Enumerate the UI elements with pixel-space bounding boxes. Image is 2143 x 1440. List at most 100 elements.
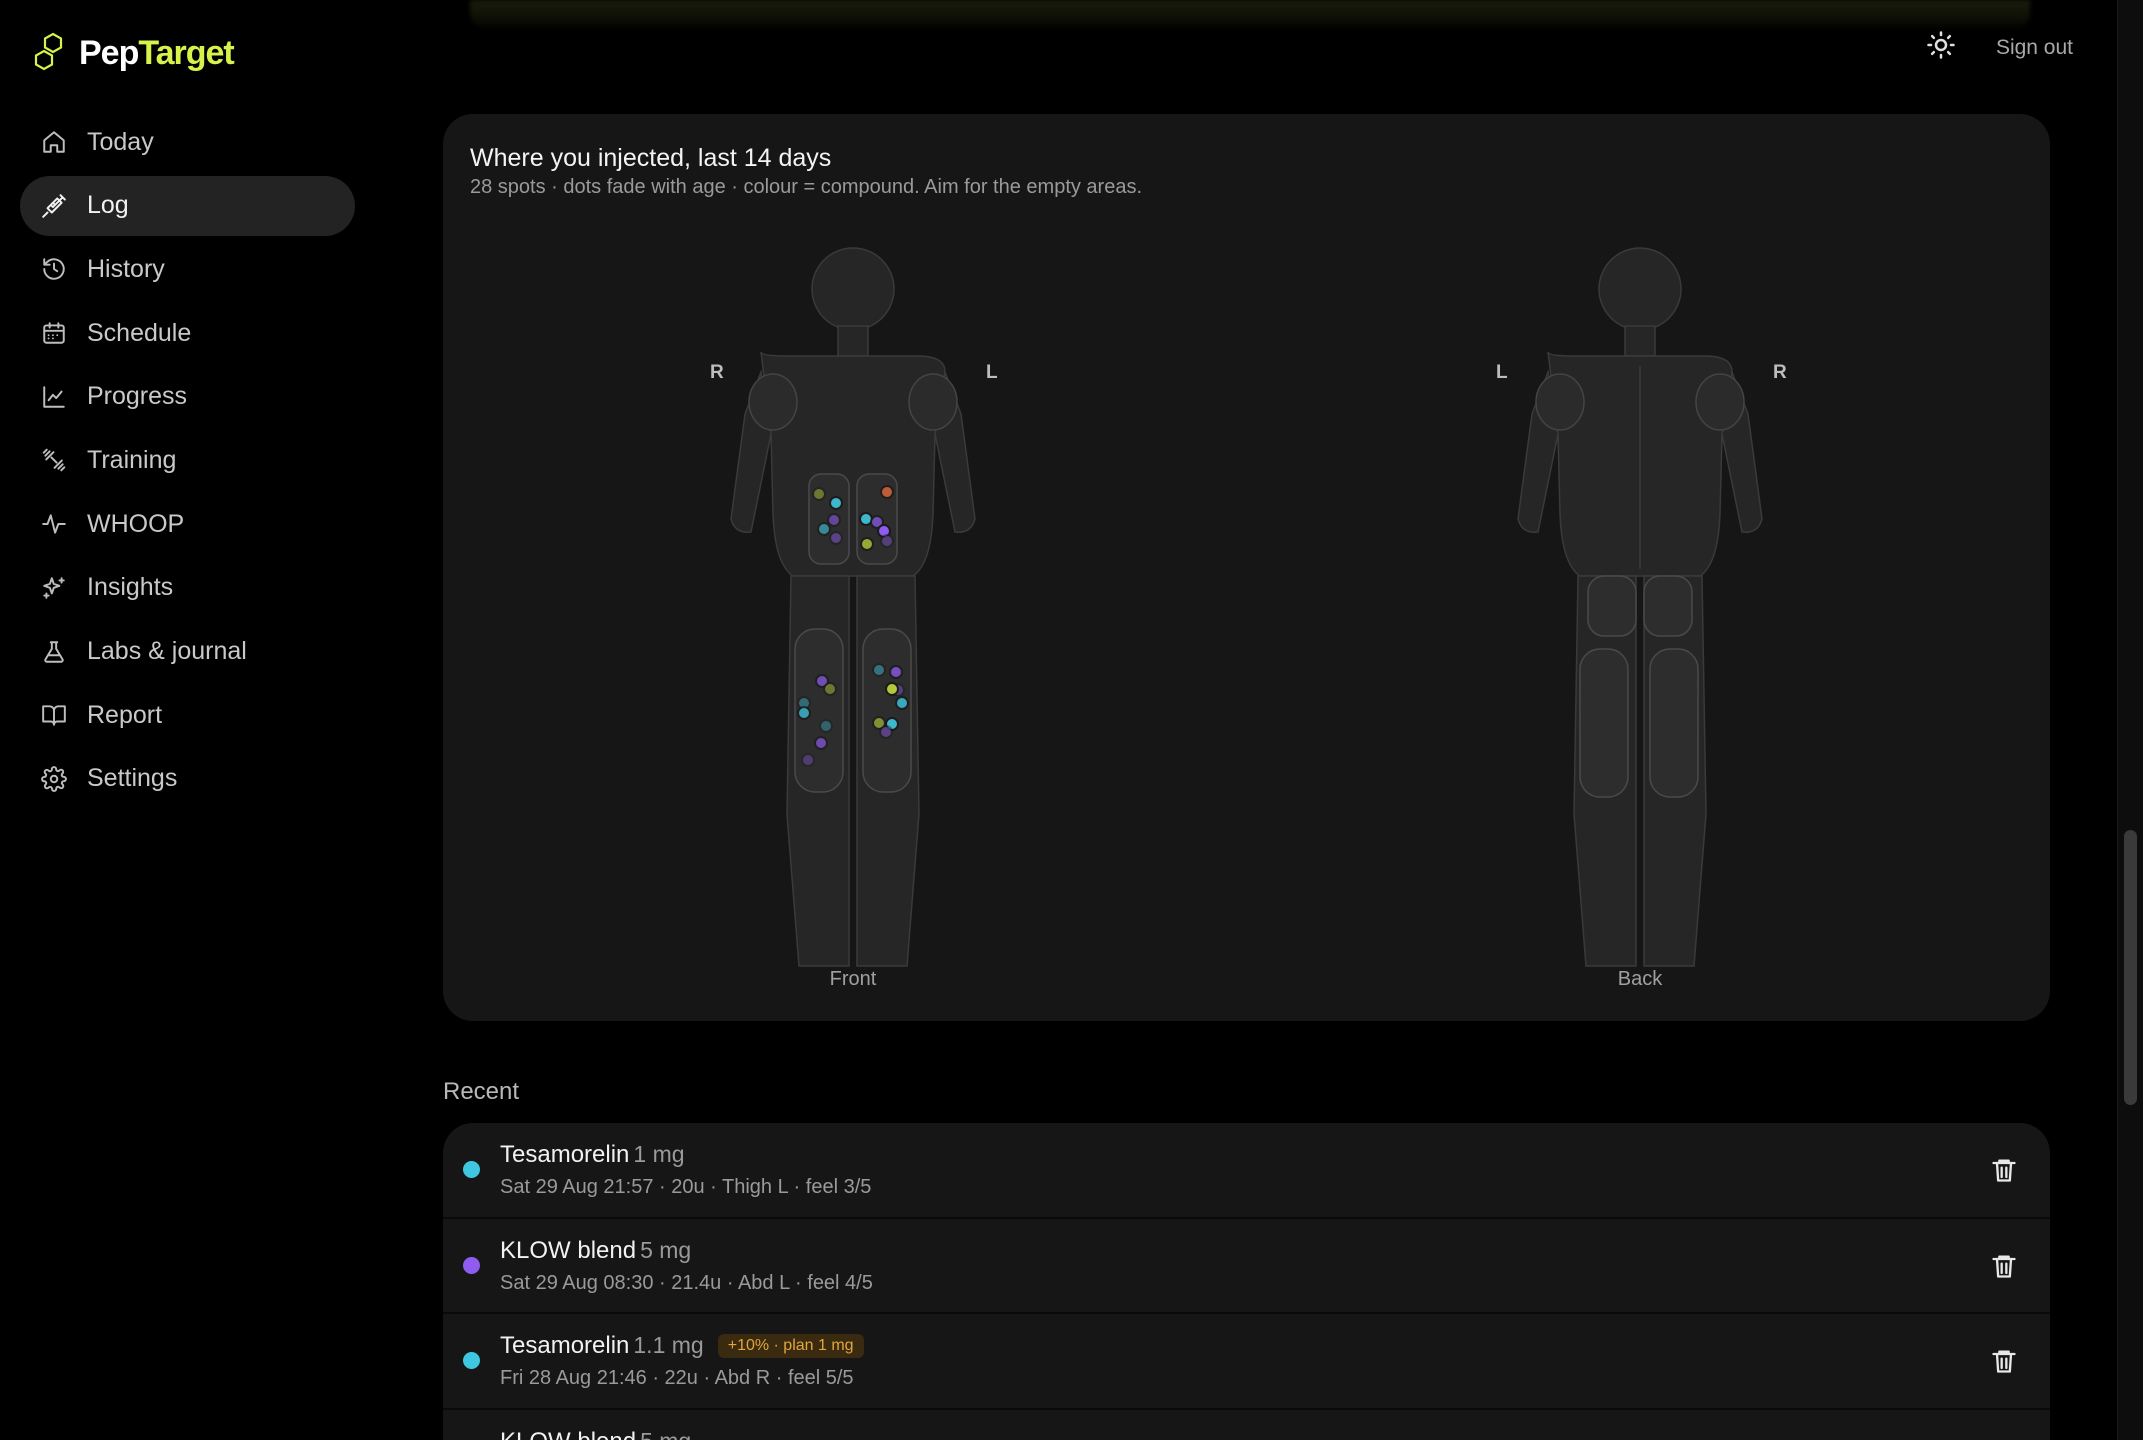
nav-label: Schedule (87, 318, 192, 347)
sidebar: PepTarget Today Log History Schedule Pro… (0, 0, 380, 1440)
scrollbar-thumb[interactable] (2124, 830, 2137, 1105)
gear-icon (40, 765, 68, 793)
brand-part1: Pep (79, 33, 139, 72)
dose-meta: Sat 29 Aug 21:57 · 20u · Thigh L · feel … (500, 1176, 872, 1198)
dose-meta: Sat 29 Aug 08:30 · 21.4u · Abd L · feel … (500, 1271, 873, 1294)
zone-thigh-l (862, 628, 912, 793)
brand-part2: Target (138, 33, 234, 72)
main-nav: Today Log History Schedule Progress Trai… (20, 112, 355, 813)
dose-amount: 1.1 mg (633, 1332, 704, 1358)
scrollbar[interactable] (2117, 0, 2143, 1440)
app: PepTarget Today Log History Schedule Pro… (0, 0, 2143, 1440)
nav-label: History (87, 254, 165, 283)
nav-label: WHOOP (87, 509, 185, 538)
sun-icon[interactable] (1926, 30, 1956, 65)
injection-dot (895, 696, 909, 710)
hexagon-logo-icon (34, 32, 63, 71)
nav-label: Insights (87, 573, 174, 602)
header-controls: Sign out (1926, 30, 2073, 65)
injection-map-card: Where you injected, last 14 days 28 spot… (443, 114, 2050, 1021)
recent-title: Recent (443, 1078, 520, 1105)
syringe-icon (40, 192, 68, 220)
sign-out-button[interactable]: Sign out (1996, 36, 2073, 60)
nav-item-whoop[interactable]: WHOOP (20, 494, 355, 554)
dose-name-line: Tesamorelin 1 mg (500, 1141, 685, 1169)
nav-item-settings[interactable]: Settings (20, 749, 355, 809)
injection-dot (880, 485, 894, 499)
dose-amount: 5 mg (640, 1236, 692, 1263)
front-label: Front (829, 968, 877, 990)
compound-name: Tesamorelin (500, 1141, 630, 1168)
compound-color-dot (463, 1256, 480, 1274)
trash-icon[interactable] (1990, 1347, 2020, 1377)
injection-dot (860, 537, 874, 551)
nav-label: Training (87, 445, 177, 474)
nav-label: Report (87, 700, 163, 729)
nav-item-training[interactable]: Training (20, 430, 355, 490)
compound-name: Tesamorelin (500, 1332, 630, 1359)
dose-amount: 1 mg (633, 1141, 685, 1167)
dose-meta: Fri 28 Aug 21:46 · 22u · Abd R · feel 5/… (500, 1367, 854, 1389)
dumbbell-icon (40, 446, 68, 474)
front-side-letter-right: L (986, 362, 998, 383)
injection-dot (885, 682, 899, 696)
recent-list: Tesamorelin 1 mg Sat 29 Aug 21:57 · 20u ·… (443, 1123, 2050, 1440)
back-side-letter-left: L (1496, 362, 1508, 383)
back-figure (1517, 247, 1763, 967)
injection-dot (801, 753, 815, 767)
history-icon (40, 255, 68, 283)
nav-label: Labs & journal (87, 637, 247, 665)
brand-name: PepTarget (79, 33, 235, 73)
nav-label: Settings (87, 764, 178, 793)
injection-dot (827, 513, 841, 527)
injection-dot (829, 496, 843, 510)
nav-item-progress[interactable]: Progress (20, 367, 355, 427)
injection-dot (823, 682, 837, 696)
injection-dot (879, 725, 893, 739)
body-diagram (730, 247, 1763, 967)
back-side-letter-right: R (1773, 362, 1787, 383)
nav-label: Today (87, 127, 154, 156)
trash-icon[interactable] (1990, 1252, 2020, 1282)
compound-color-dot (463, 1161, 480, 1178)
chart-line-icon (40, 383, 68, 411)
nav-item-today[interactable]: Today (20, 112, 355, 172)
dose-name-line: KLOW blend 5 mg (500, 1428, 691, 1440)
zone-glute-l (1587, 575, 1637, 637)
dose-name-line: Tesamorelin 1.1 mg +10% · plan 1 mg (500, 1332, 864, 1360)
nav-item-history[interactable]: History (20, 239, 355, 299)
injection-dot (880, 534, 894, 548)
top-glow (470, 0, 2030, 30)
injection-dot (814, 736, 828, 750)
injection-dot (797, 706, 811, 720)
dose-name-line: KLOW blend5 mg (500, 1237, 691, 1265)
dose-amount: 5 mg (640, 1428, 691, 1440)
nav-item-insights[interactable]: Insights (20, 558, 355, 618)
nav-item-labs-journal[interactable]: Labs & journal (20, 622, 355, 682)
dose-adjust-badge: +10% · plan 1 mg (717, 1334, 864, 1358)
injection-dot (819, 719, 833, 733)
zone-back-thigh-r (1649, 648, 1699, 798)
trash-icon[interactable] (1990, 1156, 2020, 1186)
nav-label: Progress (87, 382, 188, 411)
list-item[interactable]: KLOW blend 5 mg (443, 1410, 2050, 1440)
logo[interactable]: PepTarget (33, 32, 235, 74)
calendar-icon (40, 319, 68, 347)
injection-dot (817, 522, 831, 536)
back-label: Back (1617, 968, 1663, 990)
list-item[interactable]: KLOW blend 5 mg Sat 29 Aug 08:30 · 21.4u … (443, 1219, 2050, 1314)
injection-dot (889, 665, 903, 679)
home-icon (40, 128, 68, 156)
front-side-letter-left: R (710, 362, 724, 383)
nav-item-schedule[interactable]: Schedule (20, 303, 355, 363)
zone-back-thigh-l (1579, 648, 1629, 798)
zone-glute-r (1643, 575, 1693, 637)
sparkles-icon (40, 574, 68, 602)
book-icon (40, 701, 68, 729)
nav-item-report[interactable]: Report (20, 685, 355, 745)
nav-label: Log (87, 191, 129, 220)
list-item[interactable]: Tesamorelin 1 mg Sat 29 Aug 21:57 · 20u ·… (443, 1123, 2050, 1219)
list-item[interactable]: Tesamorelin 1.1 mg +10% · plan 1 mg Fri 28… (443, 1314, 2050, 1410)
compound-name: KLOW blend (500, 1428, 636, 1440)
nav-item-log[interactable]: Log (20, 175, 355, 236)
